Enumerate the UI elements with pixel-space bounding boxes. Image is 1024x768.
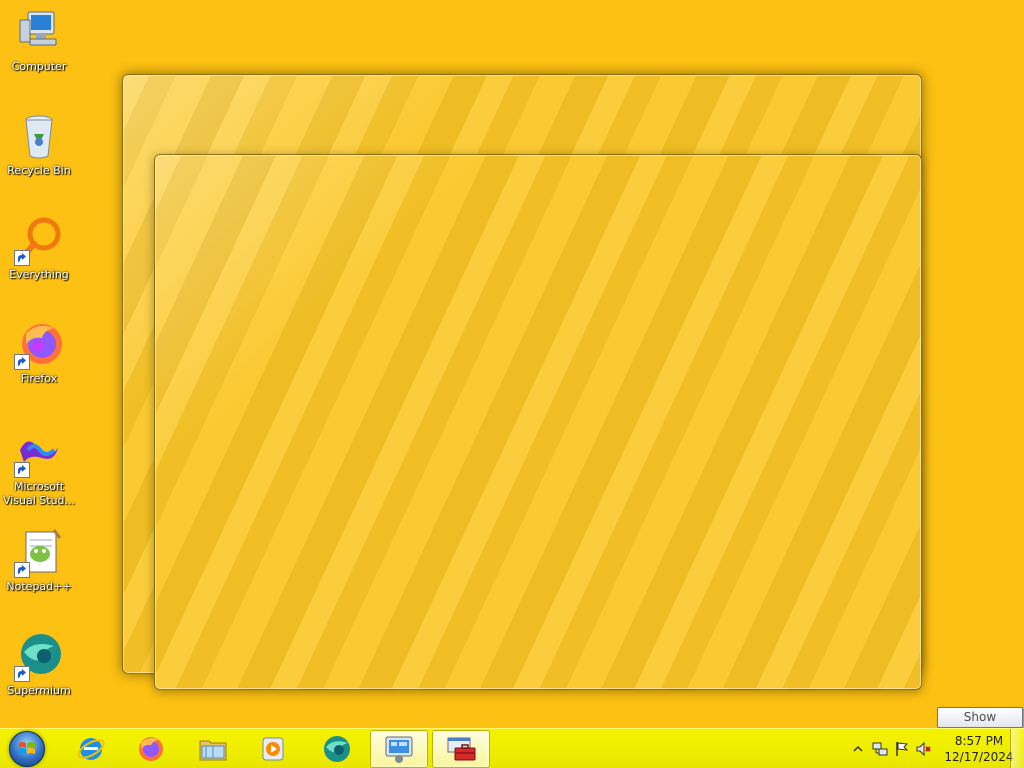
taskbar-windows-explorer[interactable] (184, 730, 242, 768)
desktop-icon-everything[interactable]: Everything (2, 216, 76, 312)
supermium-icon (14, 632, 64, 682)
taskbar-control-panel[interactable] (370, 730, 428, 768)
clock-time: 8:57 PM (954, 734, 1004, 748)
shortcut-arrow-icon (14, 666, 30, 682)
media-player-icon (262, 737, 284, 761)
network-tray-button[interactable] (872, 741, 888, 757)
desktop-icon-label: Microsoft Visual Stud... (2, 480, 76, 507)
taskbar: 8:57 PM 12/17/2024 (0, 728, 1024, 768)
desktop-icon-firefox[interactable]: Firefox (2, 320, 76, 416)
desktop-icon-recycle-bin[interactable]: Recycle Bin (2, 112, 76, 208)
shortcut-arrow-icon (14, 462, 30, 478)
desktop-icon-notepad-plus-plus[interactable]: Notepad++ (2, 528, 76, 624)
taskbar-firefox[interactable] (121, 730, 179, 768)
firefox-icon (139, 737, 163, 761)
everything-search-icon (14, 216, 64, 266)
notepad-plus-plus-icon (14, 528, 64, 578)
shortcut-arrow-icon (14, 354, 30, 370)
taskbar-media-player[interactable] (244, 730, 302, 768)
flag-icon (896, 742, 909, 756)
desktop-icon-label: Computer (11, 60, 67, 73)
chevron-up-icon (853, 745, 863, 752)
volume-tray-button[interactable] (916, 741, 932, 757)
folder-icon (199, 740, 227, 761)
volume-muted-icon (916, 741, 931, 757)
control-panel-icon (385, 736, 413, 763)
glass-window-front[interactable] (154, 154, 922, 690)
show-desktop-button[interactable] (1010, 729, 1024, 768)
internet-explorer-icon (77, 738, 105, 760)
action-center-tray-button[interactable] (894, 741, 910, 757)
shortcut-arrow-icon (14, 250, 30, 266)
supermium-icon (324, 736, 350, 762)
system-tray: 8:57 PM 12/17/2024 (834, 729, 1024, 768)
clock[interactable]: 8:57 PM 12/17/2024 (942, 733, 1016, 765)
desktop-icon-label: Notepad++ (6, 580, 72, 593)
desktop-icon-label: Supermium (7, 684, 71, 697)
windows-logo-icon (9, 731, 45, 767)
desktop-icon-computer[interactable]: Computer (2, 8, 76, 104)
computer-icon (14, 8, 64, 58)
desktop-icon-visual-studio[interactable]: Microsoft Visual Stud... (2, 428, 76, 524)
firefox-icon (14, 320, 64, 370)
taskbar-toolbox-app[interactable] (432, 730, 490, 768)
taskbar-internet-explorer[interactable] (62, 730, 120, 768)
clock-date: 12/17/2024 (944, 750, 1014, 764)
visual-studio-icon (14, 428, 64, 478)
recycle-bin-icon (14, 112, 64, 162)
desktop-icon-label: Firefox (20, 372, 58, 385)
desktop-icon-supermium[interactable]: Supermium (2, 632, 76, 728)
toolbox-icon (447, 737, 476, 761)
desktop-icon-label: Recycle Bin (7, 164, 71, 177)
start-button[interactable] (3, 730, 51, 768)
network-icon (872, 742, 888, 756)
show-desktop-tooltip: Show desktop (937, 707, 1023, 743)
shortcut-arrow-icon (14, 562, 30, 578)
desktop-icon-label: Everything (9, 268, 69, 281)
show-hidden-icons-button[interactable] (850, 741, 866, 757)
taskbar-supermium[interactable] (308, 730, 366, 768)
